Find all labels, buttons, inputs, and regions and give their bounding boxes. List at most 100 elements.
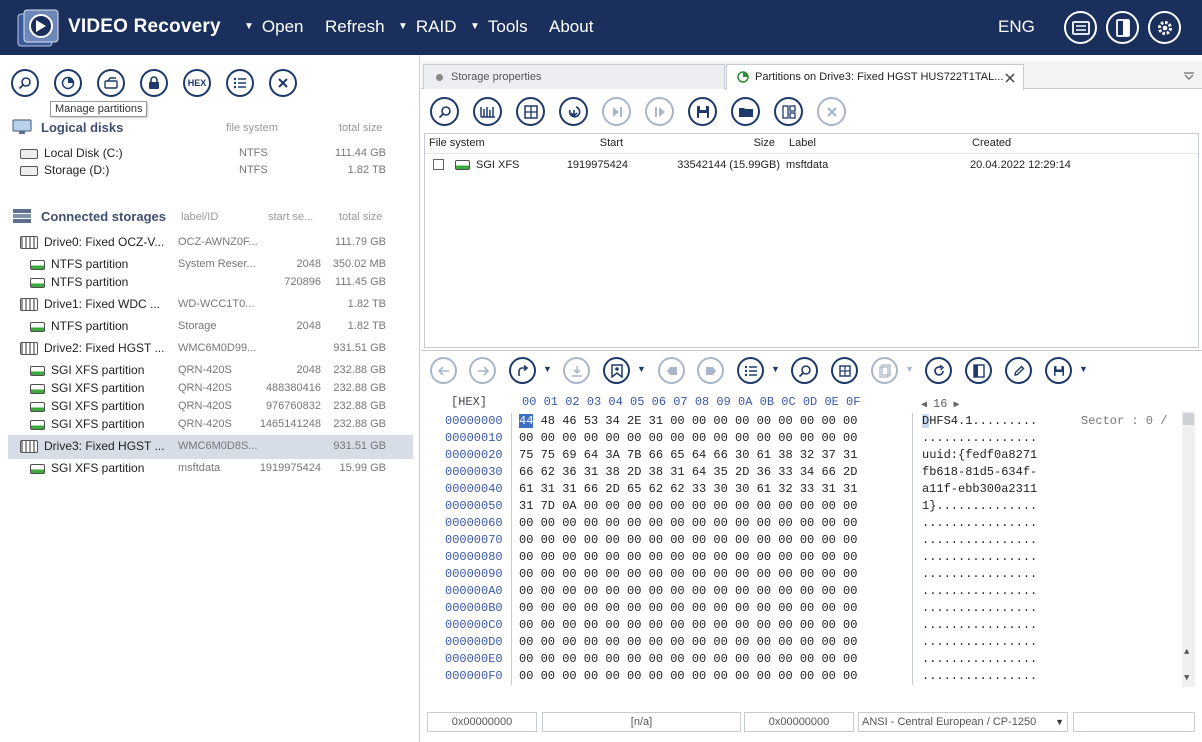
hex-bytes[interactable]: 00 00 00 00 00 00 00 00 00 00 00 00 00 0… bbox=[519, 652, 857, 666]
hex-ascii[interactable]: 1}.............. bbox=[922, 499, 1037, 513]
drive-item[interactable]: Drive3: Fixed HGST ... WMC6M0D8S... 931.51… bbox=[8, 435, 413, 459]
hex-bytes[interactable]: 00 00 00 00 00 00 00 00 00 00 00 00 00 0… bbox=[519, 635, 857, 649]
tabs-menu-icon[interactable] bbox=[1184, 72, 1194, 80]
hex-scrollbar[interactable]: ▲ ▼ bbox=[1182, 411, 1195, 687]
logical-disk-item[interactable]: Local Disk (C:) NTFS 111.44 GB bbox=[8, 144, 413, 162]
settings-button[interactable] bbox=[1148, 11, 1181, 44]
scroll-thumb[interactable] bbox=[1183, 413, 1194, 425]
edit-button[interactable] bbox=[1005, 357, 1032, 384]
chevron-down-icon[interactable]: ▼ bbox=[771, 364, 780, 374]
hex-ascii[interactable]: ................ bbox=[922, 618, 1037, 632]
hex-ascii[interactable]: ................ bbox=[922, 533, 1037, 547]
scan-button[interactable] bbox=[473, 97, 502, 126]
hex-button[interactable]: HEX bbox=[183, 69, 211, 97]
header-created[interactable]: Created bbox=[972, 137, 1011, 149]
chevron-down-icon[interactable]: ▼ bbox=[905, 364, 914, 374]
hex-bytes[interactable]: 00 00 00 00 00 00 00 00 00 00 00 00 00 0… bbox=[519, 669, 857, 683]
language-selector[interactable]: ENG bbox=[998, 17, 1035, 37]
hex-bytes[interactable]: 44 48 46 53 34 2E 31 00 00 00 00 00 00 0… bbox=[519, 414, 857, 428]
selected-char[interactable]: D bbox=[922, 414, 930, 428]
header-start[interactable]: Start bbox=[527, 137, 623, 149]
hex-bytes[interactable]: 31 7D 0A 00 00 00 00 00 00 00 00 00 00 0… bbox=[519, 499, 857, 513]
tab-partitions[interactable]: Partitions on Drive3: Fixed HGST HUS722T… bbox=[726, 64, 1024, 90]
hex-ascii[interactable]: ................ bbox=[922, 601, 1037, 615]
partition-item[interactable]: SGI XFS partition QRN-420S 488380416 232.88… bbox=[8, 379, 413, 397]
close-tab-icon[interactable] bbox=[1005, 73, 1015, 83]
hex-ascii[interactable]: ................ bbox=[922, 652, 1037, 666]
partition-item[interactable]: NTFS partition 720896 111.45 GB bbox=[8, 273, 413, 291]
recover-button[interactable] bbox=[559, 97, 588, 126]
scroll-up-icon[interactable]: ▲ bbox=[1184, 647, 1189, 657]
hex-bytes[interactable]: 00 00 00 00 00 00 00 00 00 00 00 00 00 0… bbox=[519, 584, 857, 598]
hex-bytes[interactable]: 00 00 00 00 00 00 00 00 00 00 00 00 00 0… bbox=[519, 618, 857, 632]
hex-ascii[interactable]: ................ bbox=[922, 635, 1037, 649]
lock-button[interactable] bbox=[140, 69, 168, 97]
partition-item[interactable]: NTFS partition System Reser... 2048 350.02 … bbox=[8, 255, 413, 273]
columns-button[interactable] bbox=[774, 97, 803, 126]
log-button[interactable] bbox=[1064, 11, 1097, 44]
menu-raid[interactable]: ▼ RAID bbox=[398, 17, 457, 37]
hex-save-button[interactable] bbox=[1045, 357, 1072, 384]
chevron-down-icon[interactable]: ▼ bbox=[637, 364, 646, 374]
width-nav[interactable]: ◀ 16 ▶ bbox=[921, 397, 959, 411]
goto-button[interactable] bbox=[509, 357, 536, 384]
next-bookmark-button[interactable] bbox=[697, 357, 724, 384]
hex-ascii[interactable]: ................ bbox=[922, 516, 1037, 530]
logical-disk-item[interactable]: Storage (D:) NTFS 1.82 TB bbox=[8, 161, 413, 179]
partition-item[interactable]: NTFS partition Storage 2048 1.82 TB bbox=[8, 317, 413, 335]
drive-item[interactable]: Drive2: Fixed HGST ... WMC6M0D99... 931.51… bbox=[8, 337, 413, 361]
partition-item[interactable]: SGI XFS partition msftdata 1919975424 15.99… bbox=[8, 459, 413, 477]
close-view-button[interactable] bbox=[817, 97, 846, 126]
hex-ascii[interactable]: DHFS4.1......... bbox=[922, 414, 1037, 428]
tab-storage-properties[interactable]: Storage properties bbox=[423, 64, 725, 89]
panel-toggle-button[interactable] bbox=[1106, 11, 1139, 44]
chevron-down-icon[interactable]: ▼ bbox=[1079, 364, 1088, 374]
hex-bytes[interactable]: 00 00 00 00 00 00 00 00 00 00 00 00 00 0… bbox=[519, 601, 857, 615]
hex-bytes[interactable]: 61 31 31 66 2D 65 62 62 33 30 30 61 32 3… bbox=[519, 482, 857, 496]
hex-bytes[interactable]: 00 00 00 00 00 00 00 00 00 00 00 00 00 0… bbox=[519, 533, 857, 547]
back-button[interactable] bbox=[430, 357, 457, 384]
menu-open[interactable]: ▼ Open bbox=[244, 17, 304, 37]
scroll-down-icon[interactable]: ▼ bbox=[1184, 673, 1189, 683]
hex-ascii[interactable]: a11f-ebb300a2311 bbox=[922, 482, 1037, 496]
skip-button[interactable] bbox=[602, 97, 631, 126]
menu-tools[interactable]: ▼ Tools bbox=[470, 17, 528, 37]
manage-partitions-button[interactable] bbox=[54, 69, 82, 97]
header-size[interactable]: Size bbox=[630, 137, 775, 149]
drive-item[interactable]: Drive0: Fixed OCZ-V... OCZ-AWNZ0F... 111.7… bbox=[8, 231, 413, 255]
save-button[interactable] bbox=[688, 97, 717, 126]
refresh-button[interactable] bbox=[925, 357, 952, 384]
hex-bytes[interactable]: 00 00 00 00 00 00 00 00 00 00 00 00 00 0… bbox=[519, 567, 857, 581]
header-file-system[interactable]: File system bbox=[429, 137, 485, 149]
templates-button[interactable] bbox=[737, 357, 764, 384]
search-button[interactable] bbox=[11, 69, 39, 97]
close-button[interactable] bbox=[269, 69, 297, 97]
hex-search-button[interactable] bbox=[791, 357, 818, 384]
chevron-down-icon[interactable]: ▼ bbox=[1055, 717, 1064, 727]
bookmark-button[interactable] bbox=[603, 357, 630, 384]
image-button[interactable] bbox=[97, 69, 125, 97]
hex-bytes[interactable]: 00 00 00 00 00 00 00 00 00 00 00 00 00 0… bbox=[519, 550, 857, 564]
hex-bytes[interactable]: 00 00 00 00 00 00 00 00 00 00 00 00 00 0… bbox=[519, 516, 857, 530]
hex-grid-button[interactable] bbox=[831, 357, 858, 384]
hex-ascii[interactable]: ................ bbox=[922, 567, 1037, 581]
hex-bytes[interactable]: 00 00 00 00 00 00 00 00 00 00 00 00 00 0… bbox=[519, 431, 857, 445]
partition-item[interactable]: SGI XFS partition QRN-420S 1465141248 232.8… bbox=[8, 415, 413, 433]
list-button[interactable] bbox=[226, 69, 254, 97]
partition-item[interactable]: SGI XFS partition QRN-420S 2048 232.88 GB bbox=[8, 361, 413, 379]
row-checkbox[interactable] bbox=[433, 159, 444, 170]
header-label[interactable]: Label bbox=[789, 137, 816, 149]
find-button[interactable] bbox=[430, 97, 459, 126]
partition-item[interactable]: SGI XFS partition QRN-420S 976760832 232.88… bbox=[8, 397, 413, 415]
drive-item[interactable]: Drive1: Fixed WDC ... WD-WCC1T0... 1.82 TB bbox=[8, 293, 413, 317]
table-row[interactable]: SGI XFS 1919975424 33542144 (15.99GB) ms… bbox=[425, 156, 1198, 174]
forward-button[interactable] bbox=[469, 357, 496, 384]
menu-refresh[interactable]: Refresh bbox=[325, 17, 385, 37]
chevron-down-icon[interactable]: ▼ bbox=[543, 364, 552, 374]
open-folder-button[interactable] bbox=[731, 97, 760, 126]
selected-byte[interactable]: 44 bbox=[519, 414, 534, 428]
hex-bytes[interactable]: 75 75 69 64 3A 7B 66 65 64 66 30 61 38 3… bbox=[519, 448, 857, 462]
hex-ascii[interactable]: ................ bbox=[922, 669, 1037, 683]
hex-ascii[interactable]: ................ bbox=[922, 584, 1037, 598]
hex-ascii[interactable]: fb618-81d5-634f- bbox=[922, 465, 1037, 479]
